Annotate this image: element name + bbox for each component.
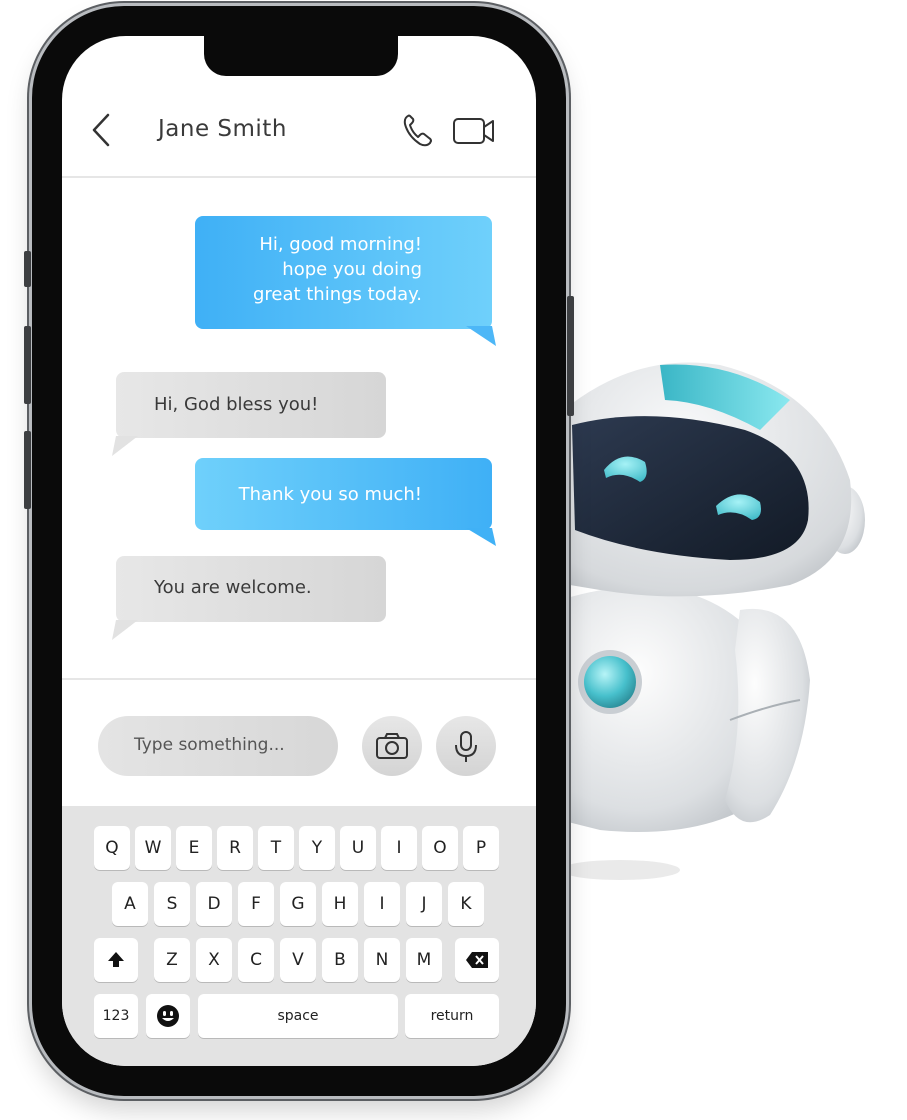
key[interactable]: M xyxy=(406,938,442,982)
shift-key[interactable] xyxy=(94,938,138,982)
key[interactable]: B xyxy=(322,938,358,982)
key[interactable]: G xyxy=(280,882,316,926)
numbers-key[interactable]: 123 xyxy=(94,994,138,1038)
phone-screen: Jane Smith Hi, good morning! hope you do… xyxy=(62,36,536,1066)
key[interactable]: T xyxy=(258,826,294,870)
key[interactable]: P xyxy=(463,826,499,870)
message-text: Thank you so much! xyxy=(238,484,422,505)
chat-header: Jane Smith xyxy=(62,106,536,176)
side-button-volume-down xyxy=(24,431,31,509)
backspace-icon xyxy=(466,952,488,968)
key[interactable]: S xyxy=(154,882,190,926)
side-button-volume-up xyxy=(24,326,31,404)
camera-button[interactable] xyxy=(362,716,422,776)
contact-name: Jane Smith xyxy=(158,116,287,142)
side-button-mute xyxy=(24,251,31,287)
side-button-power xyxy=(567,296,574,416)
microphone-icon xyxy=(455,731,477,762)
key[interactable]: Q xyxy=(94,826,130,870)
emoji-icon xyxy=(157,1005,179,1027)
key[interactable]: E xyxy=(176,826,212,870)
key[interactable]: H xyxy=(322,882,358,926)
message-bubble-outgoing: Hi, good morning! hope you doing great t… xyxy=(195,216,492,329)
microphone-button[interactable] xyxy=(436,716,496,776)
bubble-tail xyxy=(466,528,496,546)
message-bubble-outgoing: Thank you so much! xyxy=(195,458,492,530)
key[interactable]: C xyxy=(238,938,274,982)
key[interactable]: F xyxy=(238,882,274,926)
camera-icon xyxy=(376,733,408,759)
composer-divider xyxy=(62,678,536,680)
chevron-left-icon[interactable] xyxy=(88,112,118,148)
key[interactable]: Z xyxy=(154,938,190,982)
shift-arrow-icon xyxy=(108,952,124,967)
phone-notch xyxy=(204,36,398,76)
key[interactable]: N xyxy=(364,938,400,982)
message-input[interactable]: Type something... xyxy=(98,716,338,776)
message-text: Hi, God bless you! xyxy=(154,394,319,415)
bubble-tail xyxy=(112,620,138,640)
key[interactable]: I xyxy=(381,826,417,870)
key[interactable]: V xyxy=(280,938,316,982)
message-text: Hi, good morning! hope you doing great t… xyxy=(252,234,422,305)
video-camera-icon[interactable] xyxy=(452,116,496,146)
smartphone: Jane Smith Hi, good morning! hope you do… xyxy=(24,6,574,1096)
on-screen-keyboard: Q W E R T Y U I O P A S D F G H I J K Z … xyxy=(62,806,536,1066)
key[interactable]: W xyxy=(135,826,171,870)
message-bubble-incoming: You are welcome. xyxy=(116,556,386,622)
key[interactable]: Y xyxy=(299,826,335,870)
key[interactable]: K xyxy=(448,882,484,926)
key[interactable]: A xyxy=(112,882,148,926)
return-key[interactable]: return xyxy=(405,994,499,1038)
message-text: You are welcome. xyxy=(154,577,312,598)
backspace-key[interactable] xyxy=(455,938,499,982)
bubble-tail xyxy=(112,436,138,456)
emoji-key[interactable] xyxy=(146,994,190,1038)
header-divider xyxy=(62,176,536,178)
message-input-placeholder: Type something... xyxy=(134,735,285,755)
key[interactable]: X xyxy=(196,938,232,982)
message-bubble-incoming: Hi, God bless you! xyxy=(116,372,386,438)
key[interactable]: J xyxy=(406,882,442,926)
key[interactable]: I xyxy=(364,882,400,926)
key[interactable]: D xyxy=(196,882,232,926)
key[interactable]: R xyxy=(217,826,253,870)
key[interactable]: O xyxy=(422,826,458,870)
phone-icon[interactable] xyxy=(402,112,434,148)
bubble-tail xyxy=(466,326,496,346)
key[interactable]: U xyxy=(340,826,376,870)
space-key[interactable]: space xyxy=(198,994,398,1038)
